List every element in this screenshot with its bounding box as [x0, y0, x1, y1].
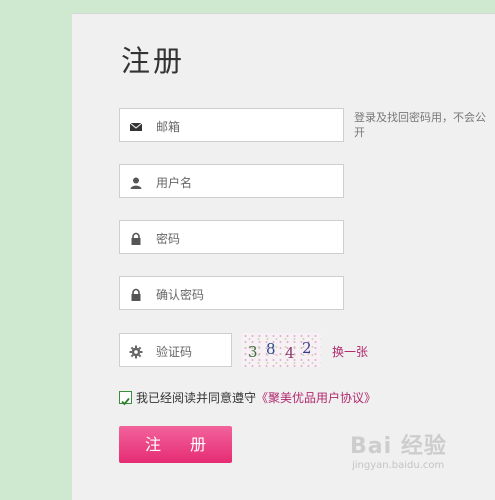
username-placeholder: 用户名	[156, 176, 193, 190]
email-placeholder: 邮箱	[156, 120, 181, 134]
watermark: Bai 经验 jingyan.baidu.com	[350, 424, 490, 474]
top-strip	[0, 0, 495, 14]
captcha-refresh-link[interactable]: 换一张	[332, 343, 368, 360]
register-button[interactable]: 注 册	[119, 426, 232, 463]
check-icon	[121, 397, 130, 406]
divider	[72, 13, 495, 14]
captcha-field[interactable]: 验证码	[119, 333, 232, 367]
user-icon	[129, 175, 143, 189]
agreement-prefix: 我已经阅读并同意遵守	[136, 391, 257, 405]
lock-icon	[129, 231, 143, 245]
captcha-char: 3	[248, 343, 258, 361]
confirm-password-placeholder: 确认密码	[156, 288, 205, 302]
email-field[interactable]: 邮箱	[119, 108, 344, 142]
captcha-placeholder: 验证码	[156, 345, 193, 359]
captcha-char: 4	[285, 344, 295, 362]
email-hint: 登录及找回密码用，不会公开	[354, 111, 486, 139]
envelope-icon	[129, 119, 143, 133]
agree-checkbox[interactable]	[119, 391, 132, 406]
captcha-image: 3 8 4 2	[242, 333, 321, 367]
user-agreement-link[interactable]: 《聚美优品用户协议》	[256, 391, 376, 405]
username-field[interactable]: 用户名	[119, 164, 344, 198]
captcha-char: 2	[302, 339, 312, 357]
watermark-brand: Bai 经验	[350, 434, 447, 459]
confirm-password-field[interactable]: 确认密码	[119, 276, 344, 310]
captcha-char: 8	[266, 340, 276, 358]
watermark-url: jingyan.baidu.com	[352, 460, 445, 471]
lock-icon	[129, 287, 143, 301]
password-placeholder: 密码	[156, 232, 181, 246]
agreement-text: 我已经阅读并同意遵守《聚美优品用户协议》	[136, 389, 376, 406]
left-rail	[0, 0, 72, 500]
page-title: 注册	[121, 44, 186, 78]
password-field[interactable]: 密码	[119, 220, 344, 254]
gear-icon	[129, 344, 143, 359]
